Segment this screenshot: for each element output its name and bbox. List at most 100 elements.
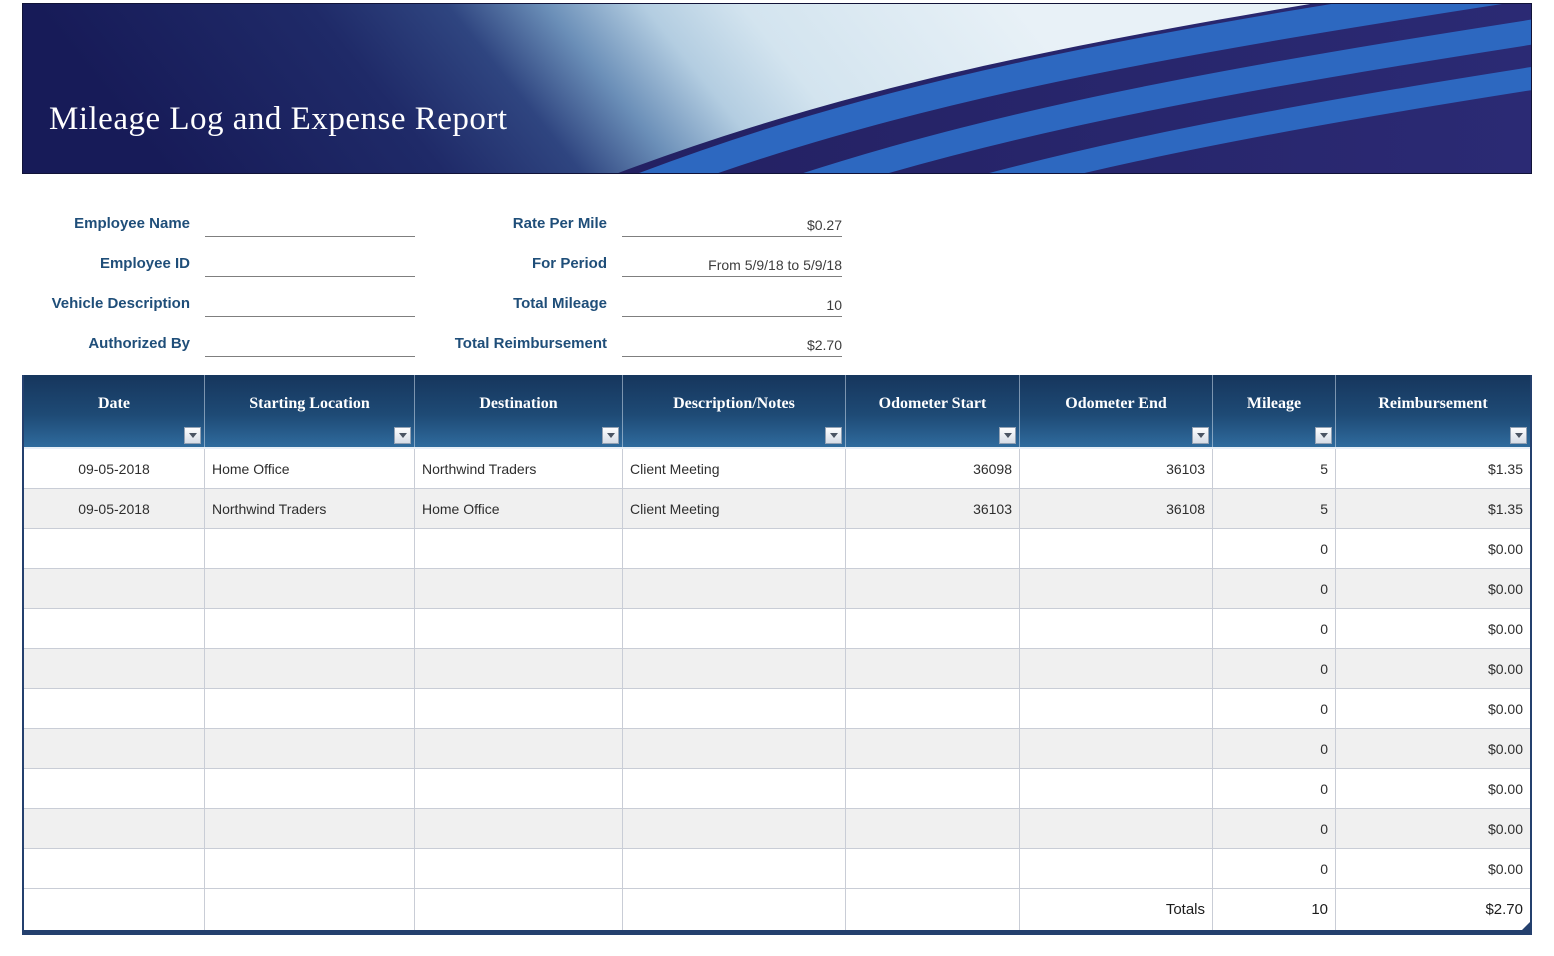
filter-dropdown-button[interactable] <box>1315 427 1332 444</box>
cell[interactable] <box>846 729 1020 768</box>
cell[interactable] <box>623 689 846 728</box>
cell[interactable] <box>24 769 205 808</box>
cell[interactable] <box>623 849 846 888</box>
cell[interactable]: 36108 <box>1020 489 1213 528</box>
filter-dropdown-button[interactable] <box>184 427 201 444</box>
cell[interactable] <box>1020 529 1213 568</box>
cell[interactable] <box>24 729 205 768</box>
cell[interactable]: $0.00 <box>1336 769 1530 808</box>
cell[interactable]: 0 <box>1213 769 1336 808</box>
cell[interactable]: Home Office <box>205 449 415 488</box>
cell[interactable] <box>623 729 846 768</box>
cell[interactable] <box>24 569 205 608</box>
cell[interactable]: $0.00 <box>1336 569 1530 608</box>
cell[interactable]: $0.00 <box>1336 609 1530 648</box>
cell[interactable] <box>205 609 415 648</box>
cell[interactable]: 5 <box>1213 489 1336 528</box>
cell[interactable] <box>623 809 846 848</box>
rate-per-mile-field[interactable]: $0.27 <box>622 209 842 237</box>
filter-dropdown-button[interactable] <box>602 427 619 444</box>
cell[interactable]: 0 <box>1213 609 1336 648</box>
cell[interactable] <box>205 809 415 848</box>
total-reimbursement-field[interactable]: $2.70 <box>622 329 842 357</box>
cell[interactable]: 0 <box>1213 849 1336 888</box>
cell[interactable] <box>415 729 623 768</box>
total-mileage-field[interactable]: 10 <box>622 289 842 317</box>
cell[interactable]: $1.35 <box>1336 449 1530 488</box>
cell[interactable] <box>205 729 415 768</box>
cell[interactable] <box>415 849 623 888</box>
cell[interactable] <box>415 809 623 848</box>
cell[interactable]: Northwind Traders <box>415 449 623 488</box>
totals-mileage-cell[interactable]: 10 <box>1213 889 1336 930</box>
filter-dropdown-button[interactable] <box>394 427 411 444</box>
cell[interactable]: 0 <box>1213 729 1336 768</box>
cell[interactable] <box>415 609 623 648</box>
cell[interactable] <box>623 569 846 608</box>
cell[interactable]: $0.00 <box>1336 529 1530 568</box>
cell[interactable] <box>415 529 623 568</box>
cell[interactable] <box>415 889 623 930</box>
cell[interactable]: 36103 <box>846 489 1020 528</box>
cell[interactable] <box>846 649 1020 688</box>
cell[interactable] <box>24 689 205 728</box>
cell[interactable] <box>1020 609 1213 648</box>
cell[interactable] <box>1020 569 1213 608</box>
cell[interactable] <box>24 849 205 888</box>
cell[interactable] <box>24 609 205 648</box>
cell[interactable] <box>623 649 846 688</box>
cell[interactable]: 36098 <box>846 449 1020 488</box>
totals-label-cell[interactable]: Totals <box>1020 889 1213 930</box>
cell[interactable] <box>1020 849 1213 888</box>
cell[interactable] <box>24 529 205 568</box>
cell[interactable] <box>205 529 415 568</box>
cell[interactable]: $0.00 <box>1336 849 1530 888</box>
cell[interactable] <box>205 769 415 808</box>
cell[interactable] <box>205 889 415 930</box>
cell[interactable] <box>846 529 1020 568</box>
cell[interactable] <box>1020 689 1213 728</box>
cell[interactable] <box>623 769 846 808</box>
filter-dropdown-button[interactable] <box>1510 427 1527 444</box>
cell[interactable] <box>415 649 623 688</box>
filter-dropdown-button[interactable] <box>999 427 1016 444</box>
cell[interactable] <box>623 529 846 568</box>
cell[interactable]: Client Meeting <box>623 489 846 528</box>
cell[interactable] <box>205 689 415 728</box>
cell[interactable] <box>205 569 415 608</box>
cell[interactable]: 0 <box>1213 649 1336 688</box>
cell[interactable]: Northwind Traders <box>205 489 415 528</box>
table-resize-handle[interactable] <box>1522 922 1530 930</box>
cell[interactable] <box>846 689 1020 728</box>
cell[interactable] <box>846 849 1020 888</box>
cell[interactable]: 0 <box>1213 569 1336 608</box>
cell[interactable] <box>24 809 205 848</box>
filter-dropdown-button[interactable] <box>825 427 842 444</box>
cell[interactable]: $0.00 <box>1336 729 1530 768</box>
cell[interactable] <box>846 809 1020 848</box>
cell[interactable] <box>623 609 846 648</box>
cell[interactable]: Client Meeting <box>623 449 846 488</box>
cell[interactable]: $0.00 <box>1336 689 1530 728</box>
cell[interactable]: $0.00 <box>1336 649 1530 688</box>
totals-reimbursement-cell[interactable]: $2.70 <box>1336 889 1530 930</box>
cell[interactable] <box>415 769 623 808</box>
cell[interactable] <box>846 769 1020 808</box>
cell[interactable]: Home Office <box>415 489 623 528</box>
cell[interactable] <box>205 849 415 888</box>
cell[interactable] <box>24 649 205 688</box>
cell[interactable] <box>846 569 1020 608</box>
cell[interactable] <box>415 569 623 608</box>
cell[interactable] <box>1020 729 1213 768</box>
filter-dropdown-button[interactable] <box>1192 427 1209 444</box>
cell[interactable] <box>24 889 205 930</box>
cell[interactable]: 36103 <box>1020 449 1213 488</box>
cell[interactable]: 0 <box>1213 809 1336 848</box>
cell[interactable] <box>415 689 623 728</box>
cell[interactable] <box>205 649 415 688</box>
cell[interactable]: 09-05-2018 <box>24 449 205 488</box>
cell[interactable]: $1.35 <box>1336 489 1530 528</box>
cell[interactable]: $0.00 <box>1336 809 1530 848</box>
cell[interactable] <box>623 889 846 930</box>
cell[interactable] <box>1020 649 1213 688</box>
